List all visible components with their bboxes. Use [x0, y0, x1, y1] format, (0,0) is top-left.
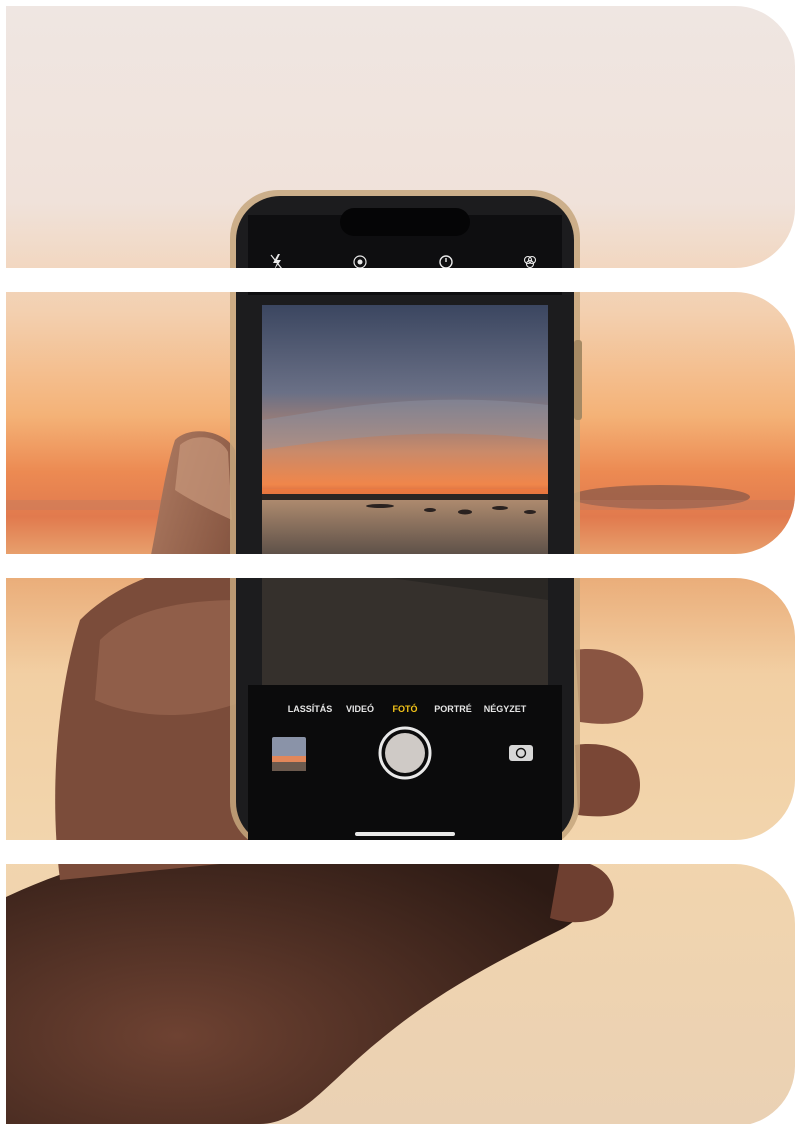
switch-camera-icon[interactable] [509, 745, 533, 761]
shutter-button[interactable] [378, 726, 432, 780]
home-indicator [355, 832, 455, 836]
mode-slow[interactable]: LASSÍTÁS [288, 704, 333, 714]
photo-collage: LASSÍTÁS VIDEÓ FOTÓ PORTRÉ NÉGYZET [6, 6, 795, 1124]
mode-photo[interactable]: FOTÓ [393, 703, 418, 714]
mode-portrait[interactable]: PORTRÉ [434, 704, 472, 714]
mode-video[interactable]: VIDEÓ [346, 703, 374, 714]
last-photo-thumbnail[interactable] [272, 737, 306, 771]
mode-square[interactable]: NÉGYZET [484, 704, 527, 714]
viewfinder-horizon [262, 494, 548, 500]
